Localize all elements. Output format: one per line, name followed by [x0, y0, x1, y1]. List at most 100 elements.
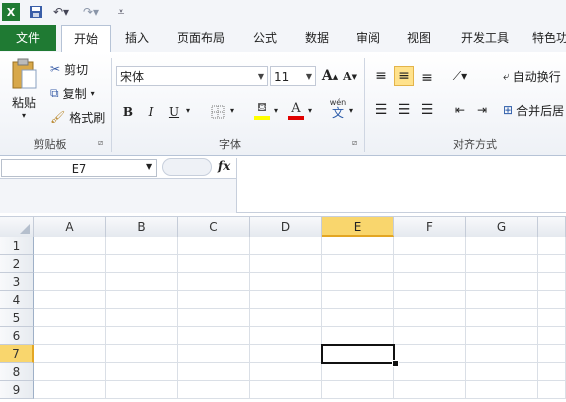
- tab-page-layout[interactable]: 页面布局: [170, 24, 232, 52]
- cell[interactable]: [106, 273, 178, 291]
- redo-icon[interactable]: ↷▾: [80, 3, 102, 21]
- font-name-combo[interactable]: 宋体 ▼: [116, 66, 268, 86]
- cell[interactable]: [178, 273, 250, 291]
- cell[interactable]: [34, 273, 106, 291]
- chevron-down-icon[interactable]: ▾: [274, 106, 278, 115]
- row-header-7[interactable]: 7: [0, 345, 34, 363]
- copy-button[interactable]: ⧉ 复制 ▾: [50, 84, 95, 102]
- cell[interactable]: [250, 327, 322, 345]
- save-icon[interactable]: [28, 3, 44, 21]
- cell[interactable]: [394, 363, 466, 381]
- cell[interactable]: [322, 309, 394, 327]
- chevron-down-icon[interactable]: ▾: [308, 106, 312, 115]
- cell[interactable]: [250, 345, 322, 363]
- cell[interactable]: [322, 363, 394, 381]
- cell[interactable]: [466, 255, 538, 273]
- cell[interactable]: [538, 291, 566, 309]
- row-header-1[interactable]: 1: [0, 237, 34, 255]
- row-header-6[interactable]: 6: [0, 327, 34, 345]
- grow-font-button[interactable]: A ▲: [320, 66, 340, 86]
- active-cell-selection[interactable]: [321, 344, 395, 364]
- merge-center-button[interactable]: ⊞ 合并后居: [503, 100, 564, 120]
- cell[interactable]: [34, 381, 106, 399]
- column-header-c[interactable]: C: [178, 217, 250, 237]
- column-header-a[interactable]: A: [34, 217, 106, 237]
- cell[interactable]: [178, 309, 250, 327]
- bold-button[interactable]: B: [118, 102, 138, 122]
- row-header-9[interactable]: 9: [0, 381, 34, 399]
- fill-color-button[interactable]: ⛾: [252, 100, 272, 120]
- cell[interactable]: [106, 327, 178, 345]
- column-header-e[interactable]: E: [322, 217, 394, 237]
- cell[interactable]: [538, 255, 566, 273]
- cell[interactable]: [322, 291, 394, 309]
- cell[interactable]: [322, 237, 394, 255]
- cell[interactable]: [106, 345, 178, 363]
- row-header-4[interactable]: 4: [0, 291, 34, 309]
- align-top-button[interactable]: ≡: [371, 66, 391, 86]
- cell[interactable]: [466, 309, 538, 327]
- increase-indent-button[interactable]: ⇥: [472, 100, 492, 120]
- align-bottom-button[interactable]: ≡: [417, 66, 437, 86]
- column-header-d[interactable]: D: [250, 217, 322, 237]
- shrink-font-button[interactable]: A ▼: [340, 66, 360, 86]
- underline-button[interactable]: U: [164, 102, 184, 122]
- cell[interactable]: [538, 237, 566, 255]
- cell[interactable]: [394, 273, 466, 291]
- cell[interactable]: [34, 309, 106, 327]
- cell[interactable]: [466, 237, 538, 255]
- row-header-2[interactable]: 2: [0, 255, 34, 273]
- cell[interactable]: [394, 255, 466, 273]
- italic-button[interactable]: I: [141, 102, 161, 122]
- dialog-launcher-icon[interactable]: ⧄: [98, 138, 103, 148]
- cell[interactable]: [178, 255, 250, 273]
- phonetic-guide-button[interactable]: wén 文: [328, 98, 348, 119]
- tab-file[interactable]: 文件: [0, 25, 56, 51]
- align-left-button[interactable]: ☰: [371, 100, 391, 120]
- font-color-button[interactable]: A: [286, 100, 306, 120]
- cell[interactable]: [394, 237, 466, 255]
- column-header-g[interactable]: G: [466, 217, 538, 237]
- cell[interactable]: [34, 363, 106, 381]
- cell[interactable]: [322, 381, 394, 399]
- row-header-3[interactable]: 3: [0, 273, 34, 291]
- cell[interactable]: [178, 345, 250, 363]
- cell[interactable]: [250, 291, 322, 309]
- cell[interactable]: [466, 345, 538, 363]
- align-center-button[interactable]: ☰: [394, 100, 414, 120]
- formula-input[interactable]: [236, 158, 566, 212]
- cell[interactable]: [322, 273, 394, 291]
- orientation-button[interactable]: ⟋▾: [450, 66, 470, 86]
- cell[interactable]: [178, 291, 250, 309]
- cell[interactable]: [538, 345, 566, 363]
- cell[interactable]: [34, 237, 106, 255]
- tab-data[interactable]: 数据: [296, 24, 338, 52]
- cell[interactable]: [178, 237, 250, 255]
- font-size-combo[interactable]: 11 ▼: [270, 66, 316, 86]
- cell[interactable]: [250, 363, 322, 381]
- cell[interactable]: [106, 381, 178, 399]
- cell[interactable]: [178, 363, 250, 381]
- name-box[interactable]: E7: [1, 159, 157, 177]
- cell[interactable]: [466, 291, 538, 309]
- cell[interactable]: [178, 327, 250, 345]
- customize-icon[interactable]: ⩡: [114, 3, 128, 21]
- cell[interactable]: [250, 255, 322, 273]
- decrease-indent-button[interactable]: ⇤: [450, 100, 470, 120]
- cell[interactable]: [106, 291, 178, 309]
- paste-button[interactable]: 粘贴 ▾: [8, 58, 40, 130]
- cell[interactable]: [34, 327, 106, 345]
- format-painter-button[interactable]: 🖌 格式刷: [50, 108, 105, 126]
- cell[interactable]: [250, 273, 322, 291]
- cell[interactable]: [34, 255, 106, 273]
- select-all-corner[interactable]: [0, 217, 34, 237]
- cell[interactable]: [538, 309, 566, 327]
- tab-developer[interactable]: 开发工具: [452, 24, 518, 52]
- cell[interactable]: [466, 273, 538, 291]
- cell[interactable]: [250, 381, 322, 399]
- cell[interactable]: [106, 255, 178, 273]
- chevron-down-icon[interactable]: ▾: [349, 106, 353, 115]
- wrap-text-button[interactable]: ⤶ 自动换行: [503, 66, 561, 86]
- cell[interactable]: [466, 327, 538, 345]
- tab-formulas[interactable]: 公式: [244, 24, 286, 52]
